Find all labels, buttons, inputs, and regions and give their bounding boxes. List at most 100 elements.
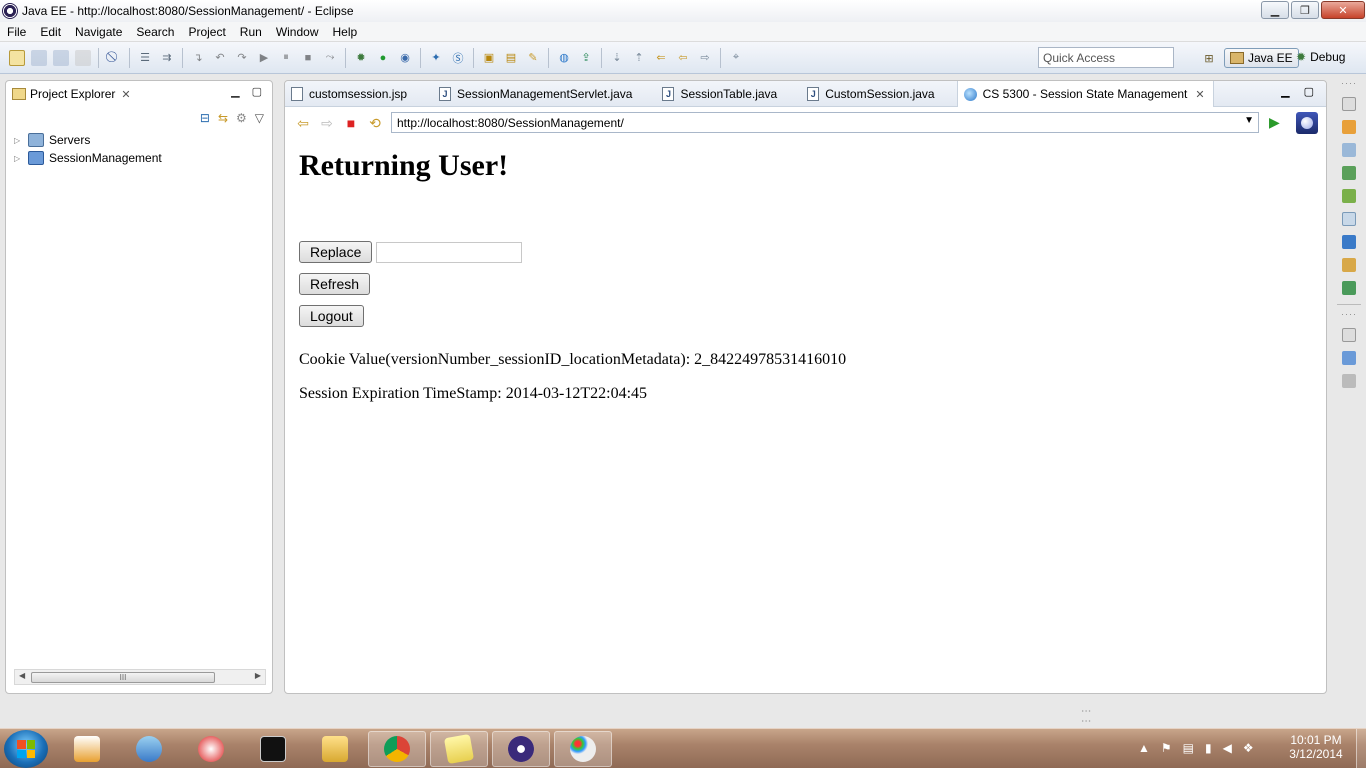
document-icon[interactable] (1342, 374, 1356, 388)
run-icon[interactable]: ● (375, 50, 391, 66)
chevron-down-icon[interactable]: ▼ (1244, 115, 1254, 126)
properties-icon[interactable] (1342, 212, 1356, 226)
quick-access-input[interactable]: Quick Access (1038, 47, 1174, 68)
open-perspective-icon[interactable]: ⊞ (1201, 50, 1217, 66)
format-icon[interactable]: ⇉ (159, 50, 175, 66)
show-hidden-icons-icon[interactable]: ▲ (1138, 741, 1150, 755)
menu-edit[interactable]: Edit (33, 25, 68, 39)
disconnect-icon[interactable]: ⤳ (322, 50, 338, 66)
console-icon[interactable] (1342, 235, 1356, 249)
undo-icon[interactable]: ↶ (212, 50, 228, 66)
new-class-icon[interactable]: Ⓢ (450, 50, 466, 66)
back-icon[interactable]: ⇦ (295, 115, 311, 131)
resume-icon[interactable]: ▶ (256, 50, 272, 66)
menu-run[interactable]: Run (233, 25, 269, 39)
suspend-icon[interactable]: ⏸ (278, 50, 294, 66)
replace-input[interactable] (376, 241, 523, 263)
scroll-thumb[interactable]: III (31, 672, 215, 683)
last-edit-icon[interactable]: ⇐ (653, 50, 669, 66)
tab-customsession-jsp[interactable]: customsession.jsp (285, 81, 415, 107)
task-list-icon[interactable] (1342, 143, 1356, 157)
refresh-icon[interactable]: ⟲ (367, 115, 383, 131)
scroll-right-icon[interactable]: ▶ (255, 671, 261, 680)
logout-button[interactable]: Logout (299, 305, 364, 327)
refresh-button[interactable]: Refresh (299, 273, 371, 295)
volume-icon[interactable]: ◀ (1223, 741, 1232, 755)
tree-item-sessionmanagement[interactable]: ▷ SessionManagement (14, 149, 162, 167)
browser-icon[interactable]: ◍ (556, 50, 572, 66)
external-tools-icon[interactable]: ◉ (397, 50, 413, 66)
redo-icon[interactable]: ↷ (234, 50, 250, 66)
snippets-icon[interactable] (1342, 258, 1356, 272)
close-button[interactable]: ✕ (1321, 1, 1365, 19)
new-icon[interactable] (9, 49, 25, 66)
explorer-taskbar-button[interactable] (306, 731, 364, 767)
paint-taskbar-button[interactable] (554, 731, 612, 767)
minimize-editor-icon[interactable]: ▁ (1281, 85, 1289, 98)
debug-view-icon[interactable] (1342, 281, 1356, 295)
close-tab-icon[interactable]: ✕ (1195, 88, 1204, 101)
command-prompt-taskbar-button[interactable] (244, 731, 302, 767)
menu-navigate[interactable]: Navigate (68, 25, 129, 39)
open-folder-icon[interactable]: ▤ (503, 50, 519, 66)
network-taskbar-button[interactable] (120, 731, 178, 767)
chrome-taskbar-button[interactable] (368, 731, 426, 767)
search-icon[interactable]: ✎ (525, 50, 541, 66)
expand-arrow-icon[interactable]: ▷ (14, 154, 28, 163)
replace-button[interactable]: Replace (299, 241, 373, 263)
menu-help[interactable]: Help (326, 25, 365, 39)
media-player-taskbar-button[interactable] (58, 731, 116, 767)
terminate-icon[interactable]: ■ (300, 50, 316, 66)
servers-icon[interactable] (1342, 189, 1356, 203)
skip-breakpoints-icon[interactable]: ⃠ (106, 50, 122, 66)
filters-icon[interactable]: ⚙ (236, 111, 247, 125)
perspective-debug[interactable]: ✹ Debug (1296, 50, 1345, 64)
tab-customsession-java[interactable]: J CustomSession.java (801, 81, 942, 107)
dropbox-icon[interactable]: ❖ (1243, 741, 1254, 755)
eclipse-taskbar-button[interactable] (492, 731, 550, 767)
go-icon[interactable]: ▶ (1269, 114, 1280, 131)
horizontal-scrollbar[interactable]: ◀ III ▶ (14, 669, 266, 685)
url-input[interactable]: http://localhost:8080/SessionManagement/… (391, 112, 1259, 133)
start-button[interactable] (4, 730, 48, 768)
menu-file[interactable]: File (0, 25, 33, 39)
show-desktop-button[interactable] (1356, 729, 1366, 768)
device-icon[interactable]: ▤ (1183, 741, 1194, 755)
action-center-icon[interactable]: ⚑ (1161, 741, 1172, 755)
back-icon[interactable]: ⇦ (675, 50, 691, 66)
minimize-view-icon[interactable]: ▁ (231, 85, 239, 98)
hierarchy-icon[interactable] (1342, 351, 1356, 365)
new-java-project-icon[interactable]: ✦ (428, 50, 444, 66)
tab-sessiontable[interactable]: J SessionTable.java (656, 81, 785, 107)
outline-icon[interactable] (1342, 120, 1356, 134)
step-into-icon[interactable]: ↴ (190, 50, 206, 66)
menu-window[interactable]: Window (269, 25, 326, 39)
restore-button[interactable]: ❐ (1291, 1, 1319, 19)
tree-item-servers[interactable]: ▷ Servers (14, 131, 162, 149)
publish-icon[interactable]: ⇪ (578, 50, 594, 66)
tab-browser[interactable]: CS 5300 - Session State Management ✕ (956, 81, 1214, 107)
clock[interactable]: 10:01 PM 3/12/2014 (1288, 733, 1344, 761)
view-menu-icon[interactable]: ▽ (255, 111, 264, 125)
minimize-button[interactable]: ▁ (1261, 1, 1289, 19)
perspective-java-ee[interactable]: Java EE (1224, 48, 1299, 68)
snipping-taskbar-button[interactable] (182, 731, 240, 767)
notes-taskbar-button[interactable] (430, 731, 488, 767)
eclipse-browser-icon[interactable] (1296, 112, 1318, 134)
pin-editor-icon[interactable]: ⌖ (728, 50, 744, 66)
link-with-editor-icon[interactable]: ⇆ (218, 111, 228, 125)
tab-sessionmanagementservlet[interactable]: J SessionManagementServlet.java (433, 81, 640, 107)
close-view-icon[interactable]: ✕ (121, 88, 130, 101)
markers-icon[interactable] (1342, 166, 1356, 180)
stop-icon[interactable]: ■ (343, 115, 359, 131)
save-all-icon[interactable] (53, 49, 69, 66)
previous-annotation-icon[interactable]: ⇡ (631, 50, 647, 66)
collapse-all-icon[interactable]: ⊟ (200, 111, 210, 125)
forward-icon[interactable]: ⇨ (697, 50, 713, 66)
menu-search[interactable]: Search (129, 25, 181, 39)
network-signal-icon[interactable]: ▮ (1205, 741, 1212, 755)
maximize-view-icon[interactable]: ▢ (252, 85, 262, 98)
restore-icon[interactable] (1342, 328, 1356, 342)
maximize-editor-icon[interactable]: ▢ (1304, 85, 1314, 98)
menu-project[interactable]: Project (181, 25, 232, 39)
